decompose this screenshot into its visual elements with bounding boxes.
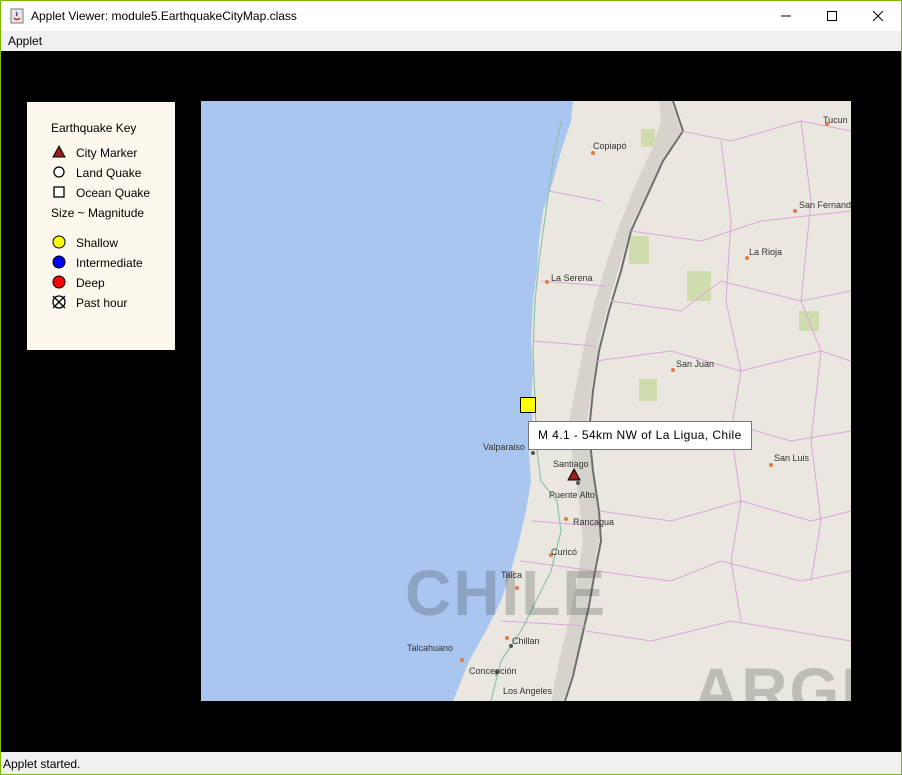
window-title: Applet Viewer: module5.EarthquakeCityMap…: [31, 9, 297, 23]
land-circle-icon: [53, 166, 65, 178]
title-bar[interactable]: Applet Viewer: module5.EarthquakeCityMap…: [1, 1, 901, 31]
place-label: Los Angeles: [503, 686, 553, 696]
city-triangle-icon: [52, 144, 66, 158]
place-label: La Rioja: [749, 247, 783, 257]
maximize-button[interactable]: [809, 1, 855, 31]
ocean-square-icon: [53, 186, 65, 198]
close-button[interactable]: [855, 1, 901, 31]
close-icon: [872, 10, 884, 22]
place-label: Concepción: [469, 666, 517, 676]
place-label: Talcahuano: [407, 643, 454, 653]
deep-red-icon: [52, 275, 66, 289]
country-label: ARGE: [693, 655, 851, 701]
shallow-yellow-icon: [52, 235, 66, 249]
status-bar: Applet started.: [1, 752, 901, 774]
place-label: San Luis: [774, 453, 810, 463]
intermediate-blue-icon: [52, 255, 66, 269]
place-label: Valparaiso: [483, 442, 525, 452]
minimize-icon: [781, 15, 791, 17]
place-label: Chillan: [512, 636, 540, 646]
menu-bar: Applet: [1, 31, 901, 51]
java-app-icon: [10, 8, 24, 24]
place-label: San Fernand: [799, 200, 851, 210]
maximize-icon: [827, 11, 837, 21]
place-label: Rancagua: [573, 517, 615, 527]
place-label: Copiapó: [593, 141, 627, 151]
city-marker-icon[interactable]: [567, 468, 581, 482]
minimize-button[interactable]: [763, 1, 809, 31]
earthquake-key: Earthquake Key City Marker Land Quake Oc…: [27, 102, 175, 350]
status-text: Applet started.: [3, 757, 81, 771]
past-hour-icon: [52, 295, 66, 309]
place-label: Puente Alto: [549, 490, 596, 500]
place-label: San Juan: [676, 359, 715, 369]
menu-applet[interactable]: Applet: [8, 34, 42, 48]
place-label: Tucun: [823, 115, 848, 125]
quake-tooltip: M 4.1 - 54km NW of La Ligua, Chile: [528, 421, 752, 450]
ocean-quake-marker[interactable]: [520, 397, 536, 413]
country-label: CHILE: [405, 557, 607, 629]
key-title: Earthquake Key: [51, 121, 137, 135]
place-label: La Serena: [551, 273, 593, 283]
